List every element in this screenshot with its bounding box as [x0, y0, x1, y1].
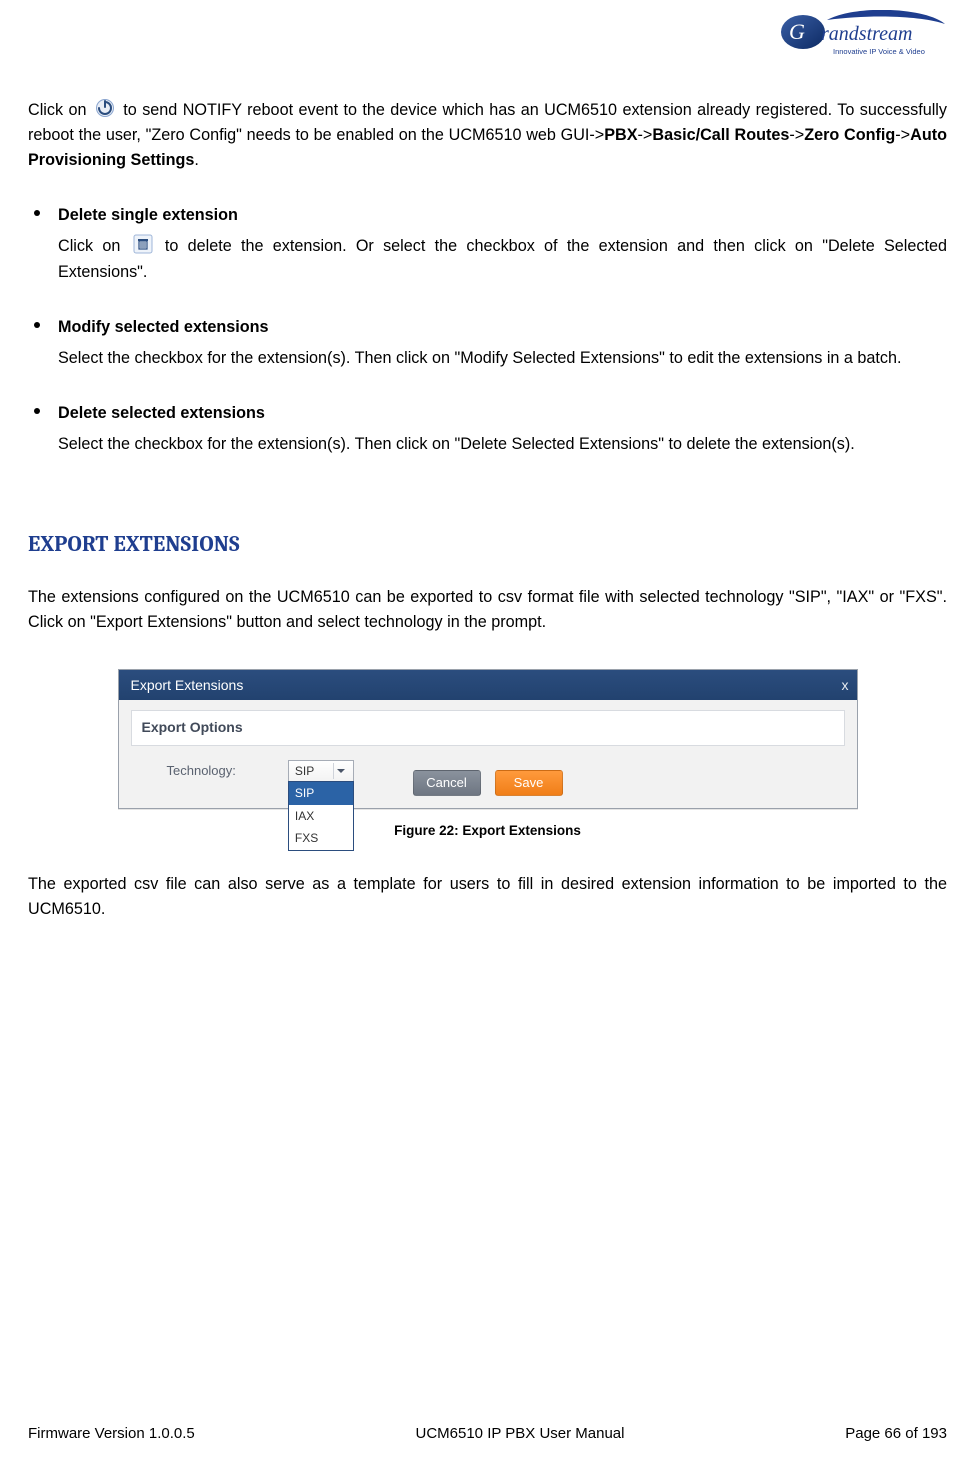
svg-text:G: G: [789, 19, 805, 44]
bullet-modify-selected-body: Select the checkbox for the extension(s)…: [58, 346, 947, 371]
reboot-period: .: [194, 151, 199, 169]
close-icon[interactable]: x: [842, 675, 849, 697]
technology-option-iax[interactable]: IAX: [289, 805, 353, 828]
figure-caption: Figure 22: Export Extensions: [394, 821, 581, 842]
bullet-delete-selected-title: Delete selected extensions: [58, 401, 947, 426]
technology-selected-value: SIP: [295, 762, 314, 781]
technology-option-fxs[interactable]: FXS: [289, 827, 353, 850]
reboot-pre: Click on: [28, 101, 86, 119]
bullet-delete-single-body: Click on to delete the extension. Or sel…: [58, 234, 947, 284]
reboot-icon: [95, 98, 115, 118]
chevron-down-icon: [333, 763, 349, 779]
export-dialog: Export Extensions x Export Options Techn…: [118, 669, 858, 809]
footer-right: Page 66 of 193: [845, 1425, 947, 1442]
delete-single-pre: Click on: [58, 237, 120, 255]
after-figure-paragraph: The exported csv file can also serve as …: [28, 872, 947, 922]
cancel-button[interactable]: Cancel: [413, 770, 481, 796]
reboot-pbx: PBX: [604, 126, 637, 144]
bullet-delete-single-title: Delete single extension: [58, 203, 947, 228]
technology-dropdown[interactable]: SIP IAX FXS: [288, 781, 354, 851]
reboot-arrow1: ->: [638, 126, 653, 144]
delete-single-post: to delete the extension. Or select the c…: [58, 237, 947, 280]
dialog-button-row: Cancel Save: [131, 770, 845, 796]
footer-center: UCM6510 IP PBX User Manual: [416, 1425, 625, 1442]
technology-select-box[interactable]: SIP: [288, 760, 354, 782]
figure-export-extensions: Export Extensions x Export Options Techn…: [28, 669, 947, 842]
dialog-form: Technology: SIP SIP IAX F: [119, 746, 857, 808]
brand-logo: G randstream Innovative IP Voice & Video: [777, 10, 947, 64]
footer-left: Firmware Version 1.0.0.5: [28, 1425, 195, 1442]
technology-select[interactable]: SIP SIP IAX FXS: [288, 760, 354, 782]
export-intro-paragraph: The extensions configured on the UCM6510…: [28, 585, 947, 635]
brand-name-text: randstream: [821, 23, 912, 45]
reboot-arrow2: ->: [789, 126, 804, 144]
dialog-subtitle: Export Options: [131, 710, 845, 746]
bullet-dot-icon: [34, 408, 40, 414]
bullet-delete-single: Delete single extension Click on to dele…: [28, 203, 947, 284]
page-footer: Firmware Version 1.0.0.5 UCM6510 IP PBX …: [28, 1425, 947, 1442]
reboot-zero: Zero Config: [804, 126, 895, 144]
page-content: Click on to send NOTIFY reboot event to …: [28, 98, 947, 922]
save-button[interactable]: Save: [495, 770, 563, 796]
technology-option-sip[interactable]: SIP: [289, 782, 353, 805]
reboot-paragraph: Click on to send NOTIFY reboot event to …: [28, 98, 947, 173]
bullet-dot-icon: [34, 322, 40, 328]
section-heading-export: EXPORT EXTENSIONS: [28, 527, 947, 561]
bullet-delete-selected-body: Select the checkbox for the extension(s)…: [58, 432, 947, 457]
dialog-title-bar: Export Extensions x: [119, 670, 857, 700]
document-page: G randstream Innovative IP Voice & Video…: [0, 0, 975, 1470]
reboot-basic: Basic/Call Routes: [652, 126, 789, 144]
trash-icon: [133, 234, 153, 254]
bullet-modify-selected: Modify selected extensions Select the ch…: [28, 315, 947, 371]
brand-tagline-text: Innovative IP Voice & Video: [833, 47, 925, 56]
dialog-title-text: Export Extensions: [131, 675, 244, 697]
technology-label: Technology:: [167, 761, 236, 781]
bullet-delete-selected: Delete selected extensions Select the ch…: [28, 401, 947, 457]
bullet-dot-icon: [34, 210, 40, 216]
bullet-modify-selected-title: Modify selected extensions: [58, 315, 947, 340]
reboot-arrow3: ->: [895, 126, 910, 144]
